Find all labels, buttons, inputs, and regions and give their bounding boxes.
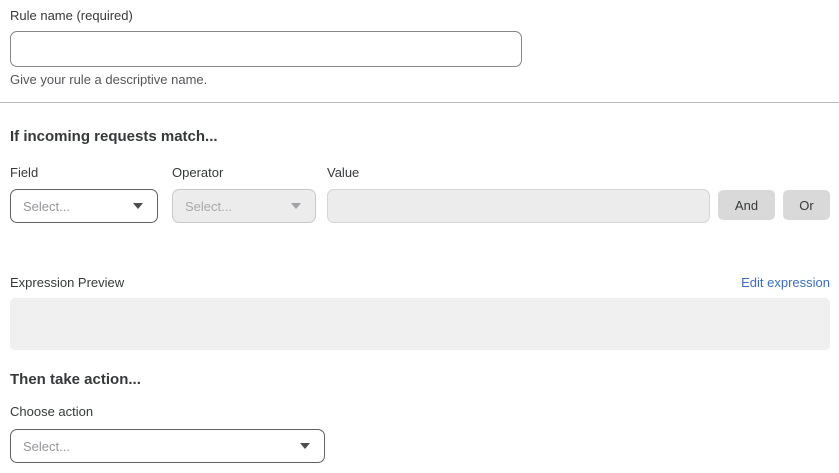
chevron-down-icon xyxy=(291,203,301,209)
choose-action-select[interactable]: Select... xyxy=(10,429,325,463)
field-select[interactable]: Select... xyxy=(10,189,158,223)
operator-label: Operator xyxy=(172,165,316,181)
action-section-heading: Then take action... xyxy=(10,370,830,390)
match-section-heading: If incoming requests match... xyxy=(10,127,830,147)
rule-name-helper-text: Give your rule a descriptive name. xyxy=(10,72,830,88)
value-input xyxy=(327,189,710,223)
rule-name-label: Rule name (required) xyxy=(10,8,830,24)
chevron-down-icon xyxy=(133,203,143,209)
field-label: Field xyxy=(10,165,158,181)
or-button[interactable]: Or xyxy=(783,190,830,220)
expression-preview-header: Expression Preview Edit expression xyxy=(10,275,830,291)
operator-select-value: Select... xyxy=(185,199,232,214)
and-button[interactable]: And xyxy=(718,190,775,220)
rule-builder-form: Rule name (required) Give your rule a de… xyxy=(0,0,839,463)
expression-preview-box xyxy=(10,298,830,350)
choose-action-select-value: Select... xyxy=(23,439,70,454)
value-label: Value xyxy=(327,165,710,181)
field-select-value: Select... xyxy=(23,199,70,214)
match-condition-row: Field Select... Operator Select... Value… xyxy=(10,165,830,223)
edit-expression-link[interactable]: Edit expression xyxy=(741,275,830,290)
chevron-down-icon xyxy=(300,443,310,449)
expression-preview-label: Expression Preview xyxy=(10,275,124,291)
choose-action-label: Choose action xyxy=(10,404,830,420)
rule-name-input[interactable] xyxy=(10,31,522,67)
operator-select: Select... xyxy=(172,189,316,223)
section-divider xyxy=(0,102,839,103)
